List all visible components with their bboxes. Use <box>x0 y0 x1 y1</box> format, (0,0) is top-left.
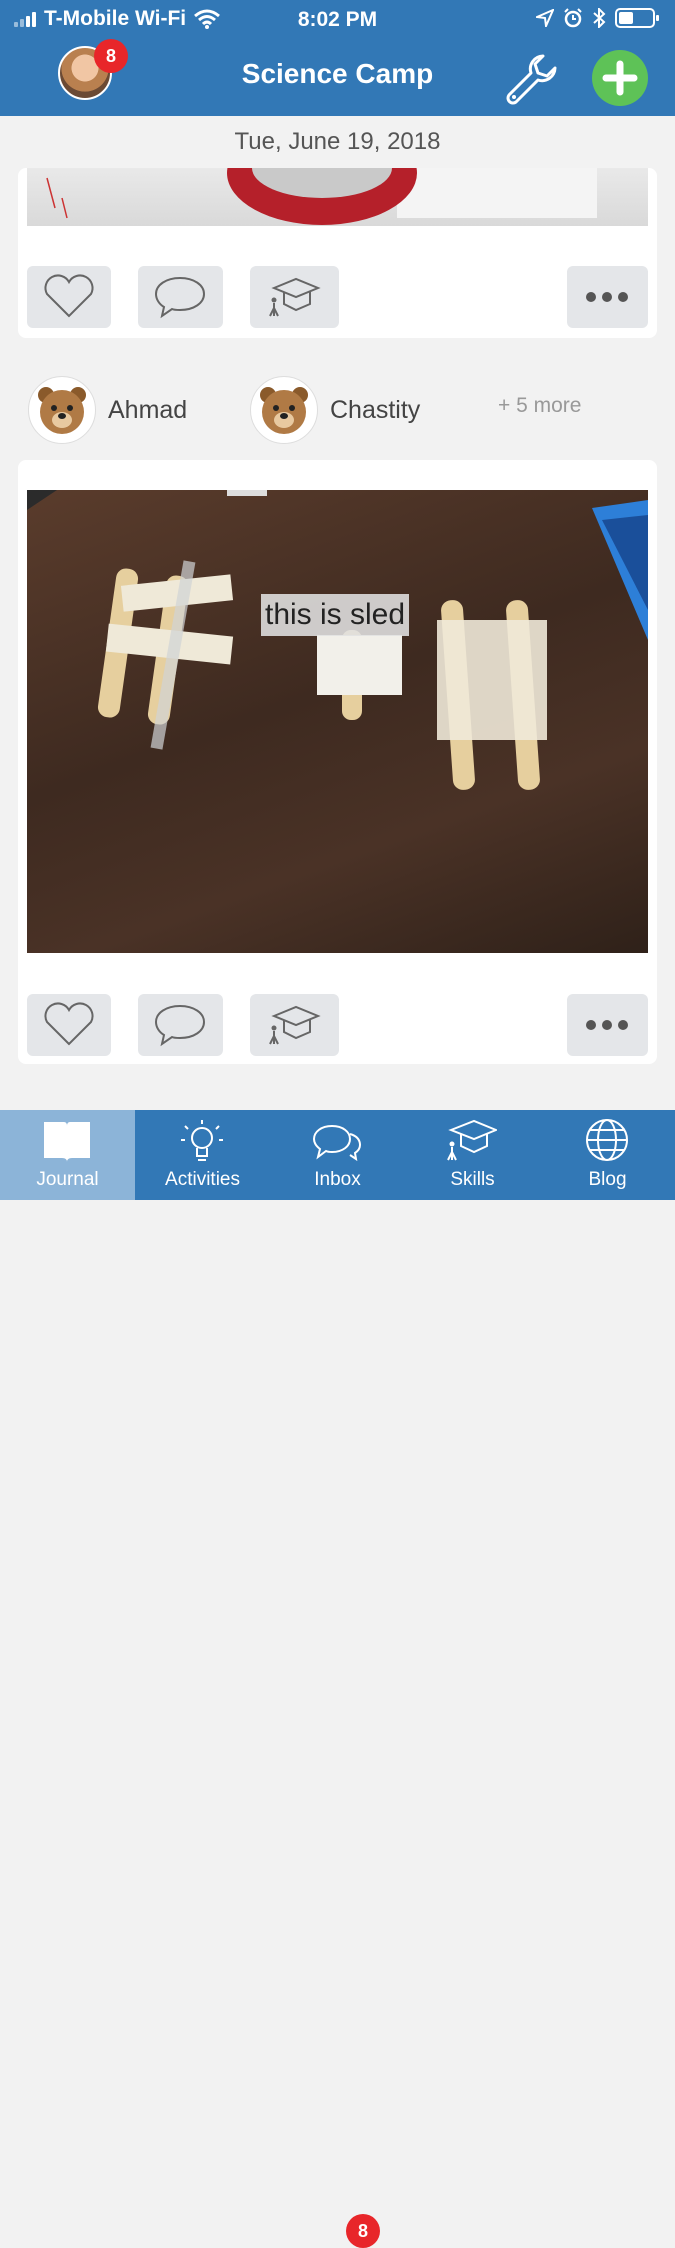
graduation-cap-icon <box>269 1005 321 1045</box>
more-options-button[interactable] <box>567 994 648 1056</box>
lightbulb-icon <box>181 1120 223 1161</box>
post-photo[interactable] <box>27 168 648 226</box>
tab-blog[interactable]: Blog <box>540 1110 675 1200</box>
tab-journal[interactable]: Journal <box>0 1110 135 1200</box>
student-tag[interactable]: Ahmad <box>28 376 187 444</box>
tagged-students: Ahmad Chastity + 5 more <box>0 372 675 448</box>
skills-button[interactable] <box>250 994 339 1056</box>
tab-activities[interactable]: Activities <box>135 1110 270 1200</box>
globe-icon <box>586 1119 628 1161</box>
tab-skills[interactable]: Skills <box>405 1110 540 1200</box>
comment-button[interactable] <box>138 994 223 1056</box>
bear-face-icon <box>250 376 318 444</box>
photo-caption: this is sled <box>261 594 410 636</box>
like-button[interactable] <box>27 994 111 1056</box>
battery-icon <box>615 8 659 28</box>
heart-icon <box>44 1002 94 1046</box>
comment-icon <box>154 1004 206 1047</box>
top-nav: 8 Science Camp <box>0 38 675 116</box>
page-title: Science Camp <box>241 58 434 89</box>
inbox-badge: 8 <box>346 2214 380 2248</box>
student-name: Chastity <box>330 395 421 424</box>
photo-content <box>27 490 648 790</box>
comment-button[interactable] <box>138 266 223 328</box>
add-post-button[interactable] <box>592 50 648 106</box>
tab-label: Blog <box>588 1169 627 1190</box>
bear-face-icon <box>28 376 96 444</box>
chat-bubbles-icon <box>312 1124 362 1162</box>
more-options-button[interactable] <box>567 266 648 328</box>
alarm-icon <box>564 8 582 28</box>
photo-content <box>46 168 597 225</box>
wrench-icon[interactable] <box>500 50 560 110</box>
location-arrow-icon <box>536 9 554 27</box>
heart-icon <box>44 274 94 318</box>
tab-label: Activities <box>165 1169 240 1190</box>
plus-icon <box>602 60 638 96</box>
date-header: Tue, June 19, 2018 <box>234 128 441 155</box>
book-icon <box>44 1122 90 1162</box>
more-icon <box>586 1020 628 1030</box>
tab-bar: Journal Activities Inbox 8 Skills Blog <box>0 1110 675 2248</box>
tab-label: Skills <box>450 1169 495 1190</box>
graduation-cap-icon <box>447 1119 497 1161</box>
student-name: Ahmad <box>108 395 188 424</box>
student-tag[interactable]: Chastity <box>250 376 420 444</box>
tab-label: Inbox <box>314 1169 361 1190</box>
more-icon <box>586 292 628 302</box>
comment-icon <box>154 276 206 319</box>
status-bar: T-Mobile Wi-Fi 8:02 PM <box>0 0 675 38</box>
post-photo[interactable] <box>27 490 648 953</box>
tab-label: Journal <box>36 1169 99 1190</box>
graduation-cap-icon <box>269 277 321 317</box>
skills-button[interactable] <box>250 266 339 328</box>
more-students-link[interactable]: + 5 more <box>498 394 581 418</box>
bluetooth-icon <box>593 8 606 28</box>
like-button[interactable] <box>27 266 111 328</box>
tab-inbox[interactable]: Inbox <box>270 1110 405 1200</box>
